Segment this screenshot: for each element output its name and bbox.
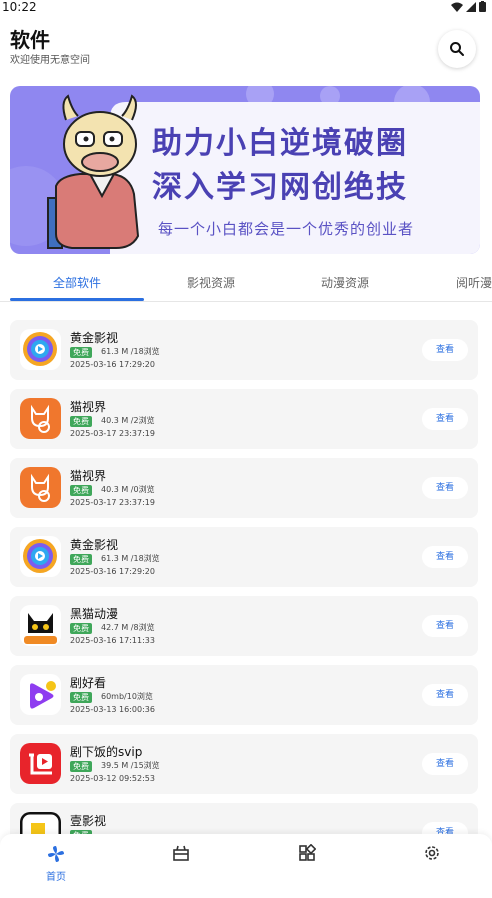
- item-date: 2025-03-16 17:29:20: [70, 360, 155, 369]
- nav-home[interactable]: 首页: [36, 844, 76, 888]
- drama-good-icon: [20, 674, 61, 715]
- free-badge: 免费: [70, 623, 92, 634]
- one-video-icon: [20, 812, 61, 834]
- signal-icon: [466, 1, 476, 12]
- view-button[interactable]: 查看: [422, 615, 468, 637]
- drama-catchup-icon: [20, 743, 61, 784]
- item-name: 壹影视: [70, 814, 107, 828]
- category-tabs: 全部软件 影视资源 动漫资源 阅听漫: [0, 270, 492, 302]
- free-badge: 免费: [70, 416, 92, 427]
- status-icons: [451, 1, 486, 12]
- nav-apps[interactable]: [287, 844, 327, 888]
- wifi-icon: [451, 2, 463, 12]
- nav-home-label: 首页: [46, 872, 66, 883]
- cat-vision-icon: [20, 467, 61, 508]
- item-name: 剧好看: [70, 676, 107, 690]
- list-item[interactable]: 黑猫动漫 免费 42.7 M /8浏览 2025-03-16 17:11:33 …: [10, 596, 478, 656]
- view-button[interactable]: 查看: [422, 546, 468, 568]
- list-item[interactable]: 剧好看 免费 60mb/10浏览 2025-03-13 16:00:36 查看: [10, 665, 478, 725]
- search-button[interactable]: [438, 30, 476, 68]
- banner-headline-2: 深入学习网创绝技: [152, 170, 408, 205]
- cat-vision-icon: [20, 398, 61, 439]
- tab-anime-resources[interactable]: 动漫资源: [321, 274, 369, 291]
- item-name: 猫视界: [70, 400, 107, 414]
- list-item[interactable]: 黄金影视 免费 61.3 M /18浏览 2025-03-16 17:29:20…: [10, 320, 478, 380]
- item-date: 2025-03-17 23:37:19: [70, 429, 155, 438]
- tab-reading[interactable]: 阅听漫: [456, 274, 492, 291]
- item-date: 2025-03-13 16:00:36: [70, 705, 155, 714]
- item-name: 剧下饭的svip: [70, 745, 143, 759]
- view-button[interactable]: 查看: [422, 753, 468, 775]
- item-stats: 39.5 M /15浏览: [101, 761, 160, 770]
- view-button[interactable]: 查看: [422, 822, 468, 834]
- page-title: 软件: [10, 28, 50, 52]
- apps-grid-icon: [299, 844, 316, 861]
- item-date: 2025-03-16 17:11:33: [70, 636, 155, 645]
- tab-video-resources[interactable]: 影视资源: [187, 274, 235, 291]
- gift-box-icon: [173, 845, 189, 861]
- list-item[interactable]: 猫视界 免费 40.3 M /0浏览 2025-03-17 23:37:19 查…: [10, 458, 478, 518]
- item-stats: 61.3 M /18浏览: [101, 347, 160, 356]
- battery-icon: [479, 1, 486, 12]
- free-badge: 免费: [70, 347, 92, 358]
- view-button[interactable]: 查看: [422, 477, 468, 499]
- status-bar: 10:22: [0, 0, 492, 16]
- list-item[interactable]: 剧下饭的svip 免费 39.5 M /15浏览 2025-03-12 09:5…: [10, 734, 478, 794]
- bottom-nav: 首页: [0, 834, 492, 898]
- cow-mascot-icon: [47, 94, 140, 249]
- item-name: 黄金影视: [70, 331, 119, 345]
- item-stats: 40.3 M /2浏览: [101, 416, 155, 425]
- item-stats: 60mb/10浏览: [101, 692, 153, 701]
- free-badge: 免费: [70, 485, 92, 496]
- gear-icon: [425, 846, 439, 860]
- list-item[interactable]: 壹影视 免费 查看: [10, 803, 478, 834]
- free-badge: 免费: [70, 692, 92, 703]
- nav-gifts[interactable]: [161, 844, 201, 888]
- promo-banner[interactable]: 助力小白逆境破圈 深入学习网创绝技 每一个小白都会是一个优秀的创业者: [10, 86, 480, 254]
- golden-video-icon: [20, 329, 61, 370]
- nav-settings[interactable]: [412, 844, 452, 888]
- list-item[interactable]: 黄金影视 免费 61.3 M /18浏览 2025-03-16 17:29:20…: [10, 527, 478, 587]
- free-badge: 免费: [70, 761, 92, 772]
- item-date: 2025-03-16 17:29:20: [70, 567, 155, 576]
- pinwheel-home-icon: [48, 846, 64, 862]
- black-cat-anime-icon: [20, 605, 61, 646]
- item-date: 2025-03-17 23:37:19: [70, 498, 155, 507]
- view-button[interactable]: 查看: [422, 684, 468, 706]
- page-subtitle: 欢迎使用无意空间: [10, 55, 90, 66]
- item-name: 黄金影视: [70, 538, 119, 552]
- item-date: 2025-03-12 09:52:53: [70, 774, 155, 783]
- software-list: 黄金影视 免费 61.3 M /18浏览 2025-03-16 17:29:20…: [10, 320, 478, 834]
- tab-all-software[interactable]: 全部软件: [53, 274, 101, 291]
- free-badge: 免费: [70, 554, 92, 565]
- item-stats: 40.3 M /0浏览: [101, 485, 155, 494]
- golden-video-icon: [20, 536, 61, 577]
- tab-indicator: [10, 298, 144, 301]
- banner-headline-1: 助力小白逆境破圈: [152, 126, 408, 161]
- page-header: 软件 欢迎使用无意空间: [10, 28, 482, 72]
- item-stats: 61.3 M /18浏览: [101, 554, 160, 563]
- item-name: 黑猫动漫: [70, 607, 119, 621]
- search-icon: [450, 42, 464, 56]
- view-button[interactable]: 查看: [422, 339, 468, 361]
- view-button[interactable]: 查看: [422, 408, 468, 430]
- item-stats: 42.7 M /8浏览: [101, 623, 155, 632]
- item-name: 猫视界: [70, 469, 107, 483]
- banner-tagline: 每一个小白都会是一个优秀的创业者: [158, 220, 415, 238]
- list-item[interactable]: 猫视界 免费 40.3 M /2浏览 2025-03-17 23:37:19 查…: [10, 389, 478, 449]
- status-time: 10:22: [2, 0, 37, 14]
